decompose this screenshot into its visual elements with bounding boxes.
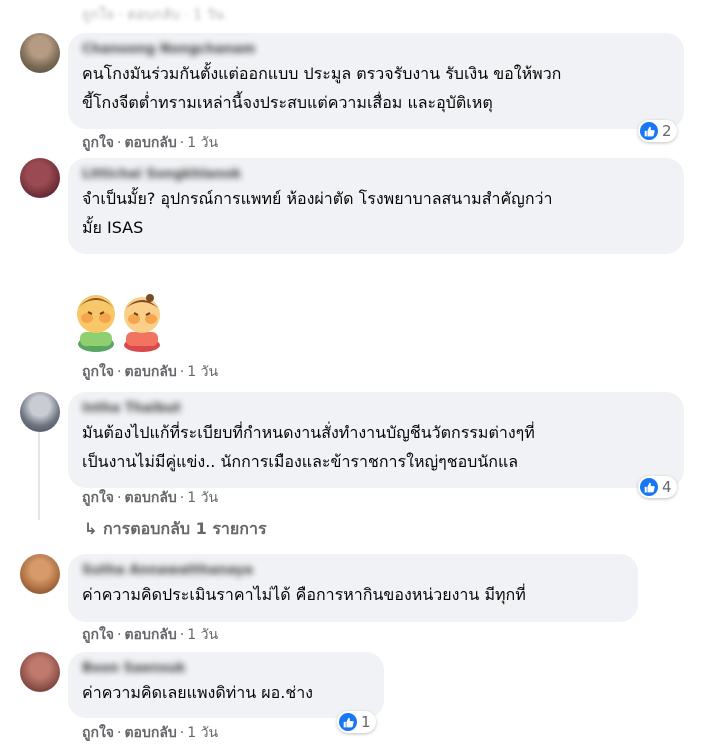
comment-actions-top: ถูกใจ · ตอบกลับ · 1 วัน [82,7,224,23]
comment-author[interactable]: Boon Saensuk [82,660,370,678]
comment-time[interactable]: 1 วัน [187,135,218,151]
like-button[interactable]: ถูกใจ [82,725,114,741]
reply-button[interactable]: ตอบกลับ [124,364,176,380]
reply-button[interactable]: ตอบกลับ [124,135,176,151]
comment-text: ค่าความคิดเลยแพงดิท่าน ผอ.ช่าง [82,683,313,702]
two-kids-laughing-sticker [66,288,170,354]
comment-text: ค่าความคิดประเมินราคาไม่ได้ คือการหากินข… [82,585,526,604]
comment-author[interactable]: Intha Thaibut [82,400,670,418]
like-button[interactable]: ถูกใจ [82,364,114,380]
avatar[interactable] [20,554,60,594]
comment-bubble: Sutha Annawatthanaya ค่าความคิดประเมินรา… [68,554,638,622]
comment-actions: ถูกใจ · ตอบกลับ · 1 วัน [82,364,219,380]
reply-button[interactable]: ตอบกลับ [124,627,176,643]
like-button[interactable]: ถูกใจ [82,627,114,643]
comment-time[interactable]: 1 วัน [187,364,218,380]
comment-actions: ถูกใจ · ตอบกลับ · 1 วัน [82,135,219,151]
reply-button[interactable]: ตอบกลับ [124,725,176,741]
comment-time[interactable]: 1 วัน [187,627,218,643]
comment-bubble: Intha Thaibut มันต้องไปแก้ที่ระเบียบที่ก… [68,392,684,488]
like-icon [640,478,658,496]
comment-time[interactable]: 1 วัน [187,490,218,506]
avatar[interactable] [20,158,60,198]
reply-button[interactable]: ตอบกลับ [124,490,176,506]
like-button[interactable]: ถูกใจ [82,490,114,506]
comment-author[interactable]: Chanoong Nongchanam [82,41,670,59]
avatar[interactable] [20,652,60,692]
thread-line [38,432,40,520]
comment-actions: ถูกใจ · ตอบกลับ · 1 วัน [82,627,219,643]
reaction-count[interactable]: 2 [638,120,677,142]
comment-actions: ถูกใจ · ตอบกลับ · 1 วัน [82,725,219,741]
comment-actions: ถูกใจ · ตอบกลับ · 1 วัน [82,490,219,506]
reaction-count[interactable]: 1 [337,711,376,733]
comment-text: คนโกงมันร่วมกันตั้งแต่ออกแบบ ประมูล ตรวจ… [82,64,562,112]
comment-time[interactable]: 1 วัน [187,725,218,741]
like-button[interactable]: ถูกใจ [82,135,114,151]
comment-bubble: Chanoong Nongchanam คนโกงมันร่วมกันตั้งแ… [68,33,684,129]
comment-bubble: Littichai Songkhlanok จำเป็นมั้ย? อุปกรณ… [68,158,684,254]
like-icon [640,122,658,140]
comment-text: จำเป็นมั้ย? อุปกรณ์การแพทย์ ห้องผ่าตัด โ… [82,189,553,237]
like-icon [339,713,357,731]
avatar[interactable] [20,392,60,432]
reaction-count[interactable]: 4 [638,476,677,498]
avatar[interactable] [20,33,60,73]
view-replies-link[interactable]: ↳ การตอบกลับ 1 รายการ [84,517,267,542]
comment-author[interactable]: Littichai Songkhlanok [82,166,670,184]
comment-text: มันต้องไปแก้ที่ระเบียบที่กำหนดงานสั่งทำง… [82,423,535,471]
comment-bubble: Boon Saensuk ค่าความคิดเลยแพงดิท่าน ผอ.ช… [68,652,384,718]
comment-author[interactable]: Sutha Annawatthanaya [82,562,624,580]
